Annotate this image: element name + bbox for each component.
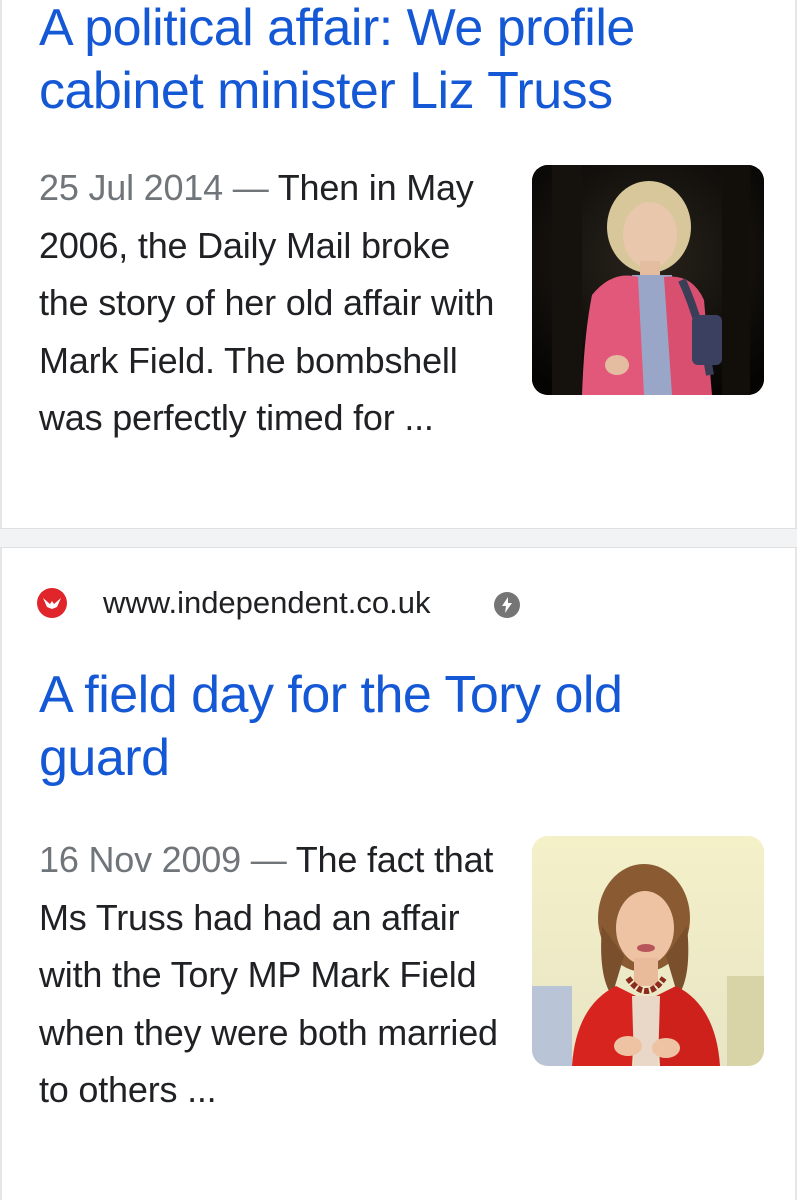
date-separator: —: [250, 839, 296, 880]
amp-lightning-icon: [494, 592, 520, 618]
result-source-url: www.independent.co.uk: [103, 585, 431, 620]
results-divider: [0, 528, 797, 548]
result-date: 25 Jul 2014: [39, 167, 223, 208]
independent-eagle-icon: [37, 588, 67, 618]
date-separator: —: [232, 167, 278, 208]
result-snippet: 16 Nov 2009 — The fact that Ms Truss had…: [39, 831, 509, 1119]
result-snippet: 25 Jul 2014 — Then in May 2006, the Dail…: [39, 159, 509, 447]
result-thumbnail[interactable]: [532, 165, 764, 395]
result-card: www.independent.co.uk A field day for th…: [0, 548, 797, 1200]
photo-woman-red-jacket: [532, 836, 764, 1066]
photo-woman-pink-jacket: [532, 165, 764, 395]
result-card: A political affair: We profile cabinet m…: [0, 0, 797, 528]
result-source[interactable]: www.independent.co.uk: [2, 548, 797, 658]
result-title-link[interactable]: A field day for the Tory old guard: [39, 664, 759, 790]
result-date: 16 Nov 2009: [39, 839, 241, 880]
result-title-link[interactable]: A political affair: We profile cabinet m…: [39, 0, 779, 123]
result-thumbnail[interactable]: [532, 836, 764, 1066]
search-results-page: A political affair: We profile cabinet m…: [0, 0, 797, 1200]
